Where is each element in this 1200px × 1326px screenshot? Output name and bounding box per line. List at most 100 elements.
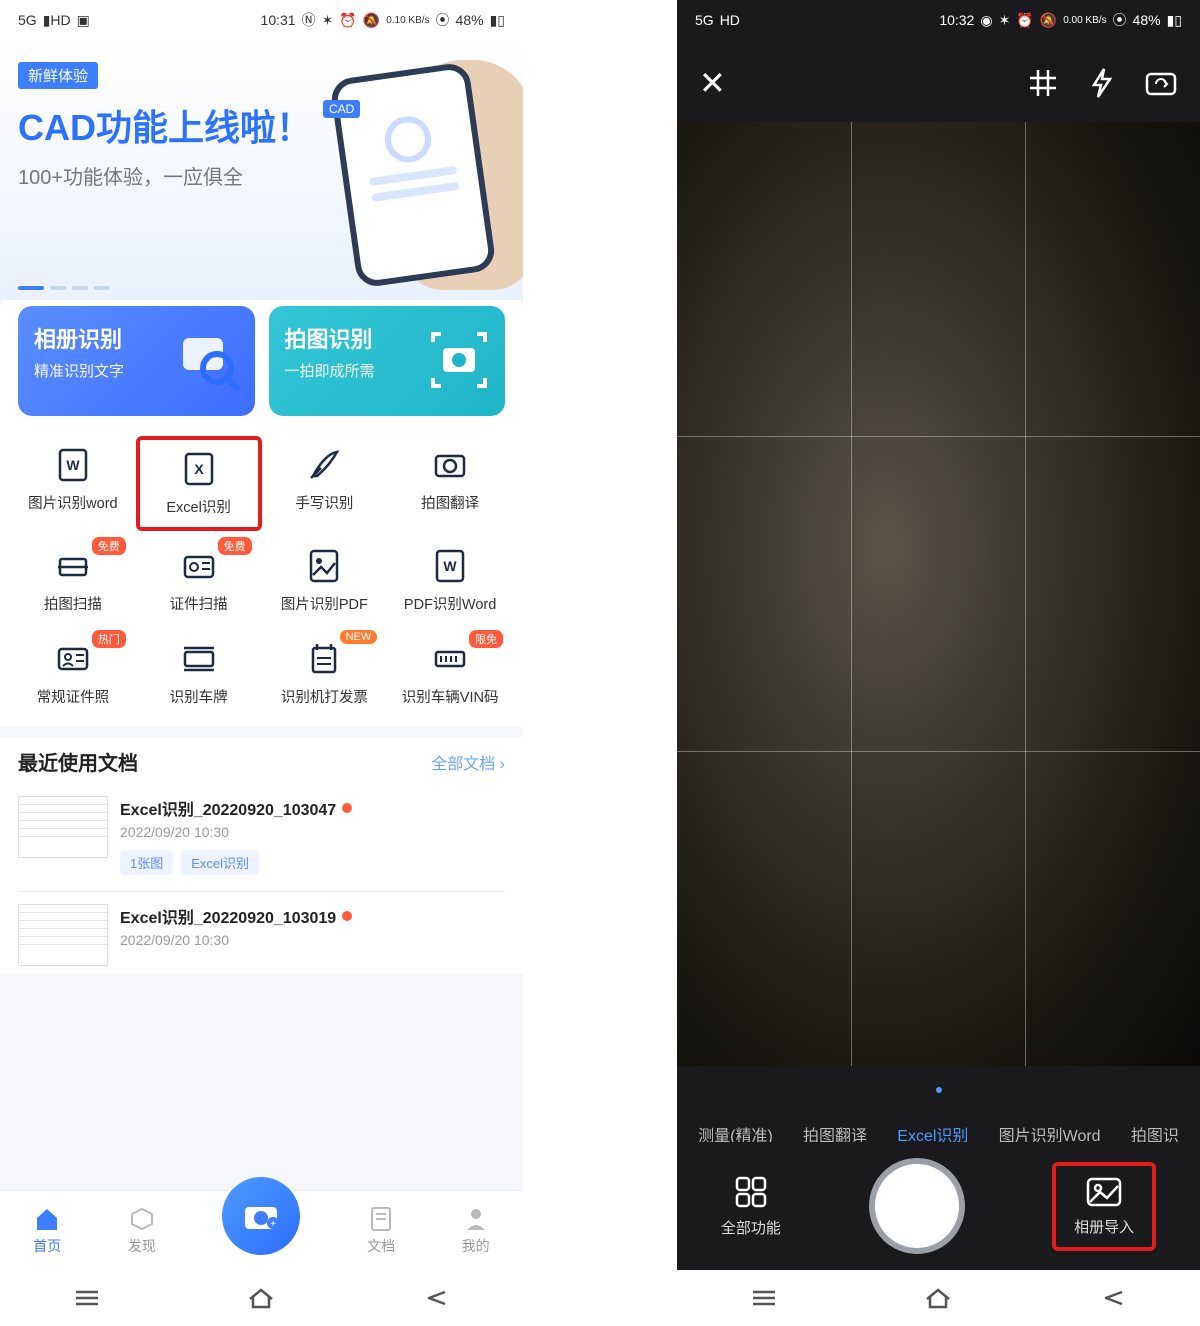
feature-label: 图片识别word (14, 492, 132, 513)
app-icon: ▣ (77, 12, 90, 29)
fresh-badge: 新鲜体验 (18, 62, 98, 89)
all-docs-link[interactable]: 全部文档 › (431, 750, 505, 774)
home-outline-icon[interactable] (246, 1287, 276, 1309)
tag-free: 免费 (92, 537, 126, 555)
battery-icon: ▮▯ (1167, 12, 1182, 29)
back-icon[interactable] (421, 1288, 451, 1308)
doc-time: 2022/09/20 10:30 (120, 932, 505, 948)
mute-icon: 🔕 (1040, 12, 1057, 29)
menu-icon[interactable] (749, 1288, 779, 1308)
battery-icon: ▮▯ (490, 12, 505, 29)
bluetooth-icon: ✶ (322, 12, 334, 29)
home-icon (33, 1206, 61, 1232)
svg-text:W: W (66, 457, 80, 473)
doc-name: Excel识别_20220920_103019 (120, 904, 505, 928)
wifi-icon: ⦿ (1113, 10, 1127, 30)
feature-label: 识别车牌 (140, 686, 258, 707)
feature-label: 拍图翻译 (391, 492, 509, 513)
svg-text:X: X (194, 461, 204, 477)
speed: 0.10 KB/s (386, 15, 429, 26)
feature-invoice[interactable]: NEW 识别机打发票 (262, 630, 388, 717)
image-icon (1085, 1176, 1123, 1208)
album-search-icon (177, 328, 241, 392)
feature-pdf2word[interactable]: W PDF识别Word (387, 537, 513, 624)
home-outline-icon[interactable] (923, 1287, 953, 1309)
shutter-button[interactable] (869, 1158, 965, 1254)
camera-viewfinder[interactable] (677, 122, 1200, 1066)
alarm-icon: ⏰ (339, 12, 356, 29)
hero-banner[interactable]: 新鲜体验 CAD功能上线啦！ 100+功能体验，一应俱全 CAD (0, 40, 523, 300)
feature-shoot-scan[interactable]: 免费 拍图扫描 (10, 537, 136, 624)
signal-5g: 5G (695, 12, 714, 28)
nav-home[interactable]: 首页 (33, 1206, 61, 1256)
feature-label: 识别车辆VIN码 (391, 686, 509, 707)
doc-item[interactable]: Excel识别_20220920_103047 2022/09/20 10:30… (18, 788, 505, 883)
tag-hot: 热门 (92, 630, 126, 648)
feature-id-scan[interactable]: 免费 证件扫描 (136, 537, 262, 624)
invoice-icon (307, 642, 341, 676)
doc-time: 2022/09/20 10:30 (120, 824, 505, 840)
feature-label: 图片识别PDF (266, 593, 384, 614)
cad-tag: CAD (323, 100, 360, 118)
menu-icon[interactable] (72, 1288, 102, 1308)
alarm-icon: ⏰ (1016, 12, 1033, 29)
doc-thumb (18, 796, 108, 858)
feature-label: 手写识别 (266, 492, 384, 513)
word-doc-icon: W (56, 448, 90, 482)
id-photo-icon (56, 642, 90, 676)
doc-name: Excel识别_20220920_103047 (120, 796, 505, 820)
camera-frame-icon (427, 328, 491, 392)
feature-id-photo[interactable]: 热门 常规证件照 (10, 630, 136, 717)
feature-img2word[interactable]: W 图片识别word (10, 436, 136, 531)
feature-excel[interactable]: X Excel识别 (136, 436, 262, 531)
hd-icon: HD (720, 12, 740, 28)
grid-overlay (677, 122, 1200, 1066)
mode-indicator (677, 1080, 1200, 1098)
flash-icon[interactable] (1088, 67, 1114, 99)
nfc-icon: Ⓝ (302, 10, 316, 30)
back-icon[interactable] (1098, 1288, 1128, 1308)
feature-vin[interactable]: 限免 识别车辆VIN码 (387, 630, 513, 717)
signal-5g: 5G (18, 12, 37, 28)
feature-plate[interactable]: 识别车牌 (136, 630, 262, 717)
album-recognize-card[interactable]: 相册识别 精准识别文字 (18, 306, 255, 416)
status-bar: 5G HD 10:32 ◉ ✶ ⏰ 🔕 0.00 KB/s ⦿ 48% ▮▯ (677, 0, 1200, 40)
feature-label: PDF识别Word (391, 593, 509, 614)
feature-label: 识别机打发票 (266, 686, 384, 707)
svg-text:W: W (444, 558, 458, 574)
feature-handwriting[interactable]: 手写识别 (262, 436, 388, 531)
feature-grid: W 图片识别word X Excel识别 手写识别 拍图翻译 免费 拍图扫描 免… (0, 416, 523, 727)
all-functions-button[interactable]: 全部功能 (721, 1175, 781, 1238)
bluetooth-icon: ✶ (999, 12, 1011, 29)
vin-icon (433, 644, 467, 674)
excel-doc-icon: X (182, 452, 216, 486)
tag-free: 免费 (218, 537, 252, 555)
carousel-dots[interactable] (18, 286, 110, 290)
mute-icon: 🔕 (363, 12, 380, 29)
camera-status-icon: ◉ (980, 12, 992, 29)
nav-camera[interactable]: + (222, 1177, 300, 1255)
word-doc-icon: W (433, 549, 467, 583)
feature-label: 常规证件照 (14, 686, 132, 707)
screenshot-camera: 5G HD 10:32 ◉ ✶ ⏰ 🔕 0.00 KB/s ⦿ 48% ▮▯ ✕ (677, 0, 1200, 1326)
grid-toggle-icon[interactable] (1028, 68, 1058, 98)
switch-camera-icon[interactable] (1144, 68, 1178, 98)
doc-icon (369, 1206, 393, 1232)
feature-img2pdf[interactable]: 图片识别PDF (262, 537, 388, 624)
speed: 0.00 KB/s (1063, 15, 1106, 26)
doc-item[interactable]: Excel识别_20220920_103019 2022/09/20 10:30 (18, 891, 505, 974)
recent-docs: 最近使用文档 全部文档 › Excel识别_20220920_103047 20… (0, 737, 523, 974)
label: 全部功能 (721, 1217, 781, 1238)
album-import-button[interactable]: 相册导入 (1052, 1162, 1156, 1251)
nav-doc[interactable]: 文档 (367, 1206, 395, 1256)
battery-pct: 48% (456, 12, 484, 28)
person-icon (464, 1206, 488, 1232)
shoot-recognize-card[interactable]: 拍图识别 一拍即成所需 (269, 306, 506, 416)
svg-text:+: + (271, 1219, 277, 1230)
feature-shoot-translate[interactable]: 拍图翻译 (387, 436, 513, 531)
close-button[interactable]: ✕ (699, 64, 726, 102)
nav-discover[interactable]: 发现 (128, 1206, 156, 1256)
nav-me[interactable]: 我的 (462, 1206, 490, 1256)
tag-limited: 限免 (469, 630, 503, 648)
grid-apps-icon (734, 1175, 768, 1209)
